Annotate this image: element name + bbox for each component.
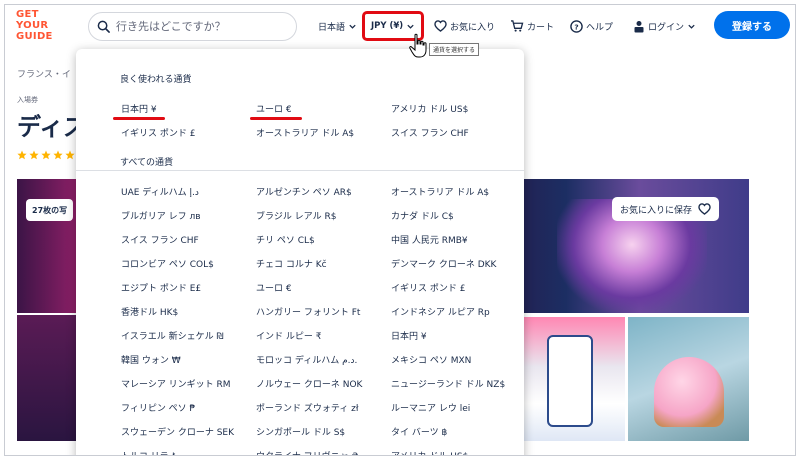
currency-option[interactable]: インドネシア ルピア Rp [391,303,524,323]
currency-option[interactable]: インド ルピー ₹ [256,327,391,347]
all-currency-list: UAE ディルハム د.إ アルゼンチン ペソ AR$ オーストラリア ドル A$ ブ… [121,183,524,455]
currency-option[interactable]: ルーマニア レウ lei [391,399,524,419]
currency-option[interactable]: ブラジル レアル R$ [256,207,391,227]
currency-option[interactable]: マレーシア リンギット RM [121,375,256,395]
language-label: 日本語 [318,22,346,33]
currency-option[interactable]: イギリス ポンド £ [391,279,524,299]
help-link[interactable]: ? ヘルプ [570,16,613,36]
heart-icon [434,20,447,32]
currency-option[interactable]: ブルガリア レフ лв [121,207,256,227]
currency-option[interactable]: チェコ コルナ Kč [256,255,391,275]
star-icon [29,150,39,160]
currency-option[interactable]: 韓国 ウォン ₩ [121,351,256,371]
currency-option[interactable]: フィリピン ペソ ₱ [121,399,256,419]
currency-option-usd[interactable]: アメリカ ドル US$ [391,100,524,120]
cart-icon [511,20,524,32]
currency-option[interactable]: カナダ ドル C$ [391,207,524,227]
currency-option[interactable]: タイ バーツ ฿ [391,423,524,443]
language-selector[interactable]: 日本語 [318,16,360,36]
currency-option[interactable]: エジプト ポンド E£ [121,279,256,299]
signup-button[interactable]: 登録する [714,11,790,39]
breadcrumb[interactable]: フランス・イ [17,67,71,80]
hand-cursor-icon [409,33,427,58]
search-bar[interactable] [88,12,297,41]
search-icon [97,20,110,33]
getyourguide-logo[interactable]: GET YOUR GUIDE [16,9,60,42]
currency-option[interactable]: アルゼンチン ペソ AR$ [256,183,391,203]
currency-option[interactable]: スイス フラン CHF [121,231,256,251]
gallery-thumbnail-left[interactable] [17,315,77,441]
currency-option-chf[interactable]: スイス フラン CHF [391,124,524,144]
currency-option[interactable]: モロッコ ディルハム د.م. [256,351,391,371]
gallery-thumbnail-app[interactable] [517,317,625,441]
currency-option[interactable]: シンガポール ドル S$ [256,423,391,443]
heart-icon [698,203,711,215]
cart-label: カート [527,22,555,33]
currency-option[interactable]: 中国 人民元 RMB¥ [391,231,524,251]
currency-option[interactable]: トルコ リラ ₺ [121,447,256,455]
help-icon: ? [570,19,583,33]
currency-option[interactable]: ニュージーランド ドル NZ$ [391,375,524,395]
currency-option-aud[interactable]: オーストラリア ドル A$ [256,124,391,144]
currency-option[interactable]: 香港ドル HK$ [121,303,256,323]
browser-viewport: GET YOUR GUIDE 日本語 JPY (¥) [4,4,796,456]
currency-option[interactable]: 日本円 ¥ [391,327,524,347]
currency-option[interactable]: メキシコ ペソ MXN [391,351,524,371]
photo-count-badge[interactable]: 27枚の写 [26,199,74,221]
all-currencies-heading: すべての通貨 [120,158,174,168]
star-icon [65,150,75,160]
currency-option[interactable]: コロンビア ペソ COL$ [121,255,256,275]
gallery-thumbnail-dessert[interactable] [628,317,749,441]
currency-option[interactable]: ノルウェー クローネ NOK [256,375,391,395]
currency-option[interactable]: オーストラリア ドル A$ [391,183,524,203]
currency-option[interactable]: アメリカ ドル US$ [391,447,524,455]
svg-text:?: ? [574,22,578,31]
logo-line-2: YOUR [16,20,49,31]
currency-option[interactable]: イスラエル 新シェケル ₪ [121,327,256,347]
currency-dropdown: 良く使われる通貨 日本円 ¥ ユーロ € アメリカ ドル US$ イギリス ポン… [76,49,524,455]
phone-illustration [547,335,593,427]
chevron-down-icon [349,24,356,29]
logo-line-1: GET [16,9,39,20]
star-icon [17,150,27,160]
currency-option[interactable]: ポーランド ズウォティ zł [256,399,391,419]
currency-option[interactable]: ユーロ € [256,279,391,299]
currency-option[interactable]: ハンガリー フォリント Ft [256,303,391,323]
rating-stars [17,150,75,160]
user-lock-icon [634,20,644,32]
chevron-down-icon [688,24,695,29]
currency-option[interactable]: デンマーク クローネ DKK [391,255,524,275]
star-icon [41,150,51,160]
signup-label: 登録する [732,21,772,33]
help-label: ヘルプ [586,22,614,33]
dessert-illustration [654,357,724,427]
favorites-link[interactable]: お気に入り [434,16,495,36]
annotation-underline-jpy [113,117,165,120]
currency-option[interactable]: スウェーデン クローナ SEK [121,423,256,443]
favorites-label: お気に入り [450,22,496,33]
star-icon [53,150,63,160]
currency-tooltip: 通貨を選択する [429,43,480,56]
popular-currency-list: 日本円 ¥ ユーロ € アメリカ ドル US$ イギリス ポンド £ オーストラ… [121,100,524,148]
currency-option[interactable]: ウクライナ フリヴニャ ₴ [256,447,391,455]
popular-currencies-heading: 良く使われる通貨 [120,75,192,85]
category-label: 入場券 [17,96,38,104]
search-input[interactable] [116,20,286,33]
currency-label: JPY (¥) [371,21,404,31]
logo-line-3: GUIDE [16,31,53,42]
chevron-down-icon [407,24,414,29]
wishlist-label: お気に入りに保存 [620,205,693,216]
site-header: GET YOUR GUIDE 日本語 JPY (¥) [5,5,795,47]
currency-option[interactable]: チリ ペソ CL$ [256,231,391,251]
login-label: ログイン [648,22,685,33]
wishlist-button[interactable]: お気に入りに保存 [612,197,720,221]
section-divider [76,170,524,171]
login-menu[interactable]: ログイン [633,16,699,36]
currency-option-gbp[interactable]: イギリス ポンド £ [121,124,256,144]
annotation-underline-eur [250,117,302,120]
currency-option[interactable]: UAE ディルハム د.إ [121,183,256,203]
cart-link[interactable]: カート [510,16,554,36]
